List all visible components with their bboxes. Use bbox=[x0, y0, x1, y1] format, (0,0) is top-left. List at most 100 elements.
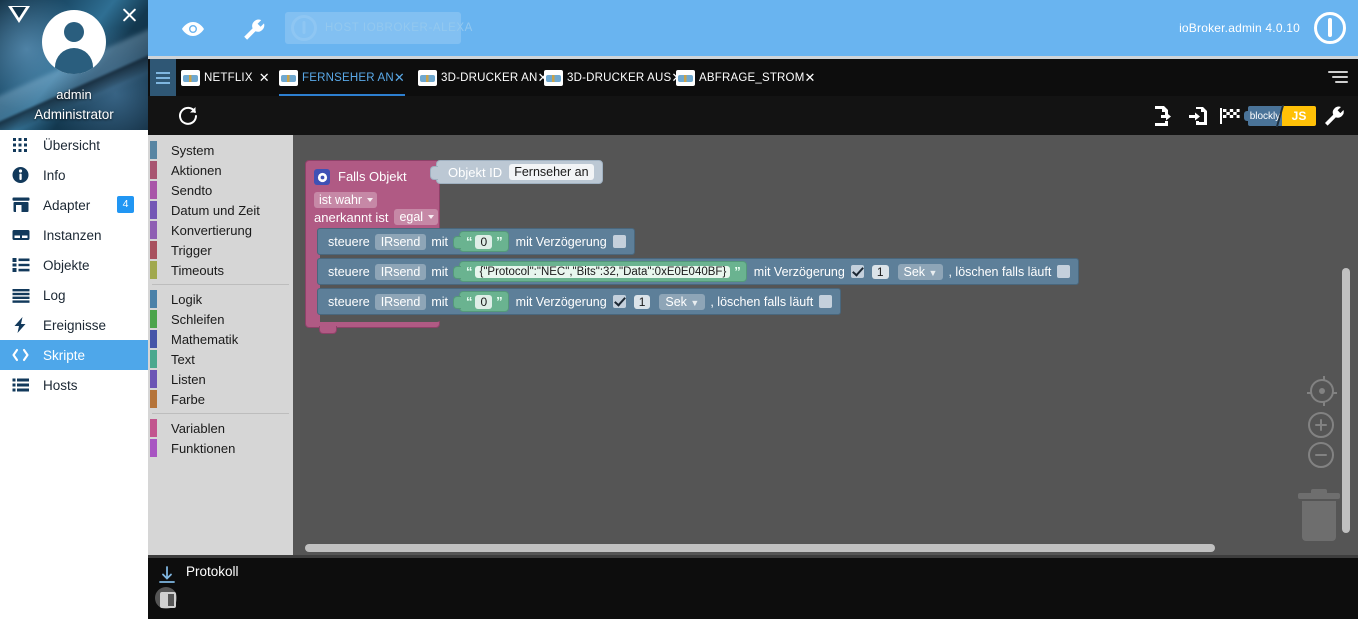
wrench-icon[interactable] bbox=[241, 17, 267, 41]
settings-wrench-icon[interactable] bbox=[1322, 104, 1346, 128]
sidebar-item-info[interactable]: Info bbox=[0, 160, 148, 190]
toolbox-item-label: Text bbox=[171, 351, 195, 367]
download-log-icon[interactable] bbox=[157, 565, 177, 585]
category-color-bar bbox=[150, 261, 157, 279]
tab-netflix[interactable]: NETFLIX ✕ bbox=[181, 59, 270, 96]
host-selector[interactable]: HOST IOBROKER-ALEXA bbox=[285, 12, 472, 44]
log-panel-resize-handle[interactable] bbox=[148, 555, 1358, 558]
power-icon[interactable] bbox=[1314, 12, 1346, 44]
block-gear-icon[interactable] bbox=[314, 169, 330, 185]
toolbox-item-timeouts[interactable]: Timeouts bbox=[148, 260, 293, 280]
toolbox-item-sendto[interactable]: Sendto bbox=[148, 180, 293, 200]
string-value-field[interactable]: {"Protocol":"NEC","Bits":32,"Data":0xE0E… bbox=[475, 265, 731, 278]
toolbox-item-system[interactable]: System bbox=[148, 140, 293, 160]
sidebar-item-objekte[interactable]: Objekte bbox=[0, 250, 148, 280]
if-block-title: Falls Objekt bbox=[338, 169, 407, 184]
toolbox-item-datum-und-zeit[interactable]: Datum und Zeit bbox=[148, 200, 293, 220]
sidebar-item-ereignisse[interactable]: Ereignisse bbox=[0, 310, 148, 340]
left-sidebar: admin Administrator Übersicht Info Adapt… bbox=[0, 0, 148, 619]
target-dropdown[interactable]: IRsend bbox=[374, 263, 427, 280]
delay-unit-dropdown[interactable]: Sek ▼ bbox=[659, 293, 706, 310]
workspace-vscrollbar[interactable] bbox=[1342, 268, 1350, 533]
statement-row-2[interactable]: steuere IRsend mit “ {"Protocol":"NEC","… bbox=[317, 258, 1080, 285]
clear-if-running-checkbox[interactable] bbox=[1057, 265, 1071, 278]
mode-js-label[interactable]: JS bbox=[1282, 106, 1316, 126]
debug-flag-icon[interactable] bbox=[1218, 104, 1242, 128]
delay-unit-dropdown[interactable]: Sek ▼ bbox=[897, 263, 944, 280]
tab-close-icon[interactable]: ✕ bbox=[804, 71, 815, 84]
zoom-out-icon[interactable] bbox=[1308, 442, 1334, 468]
delay-amount-field[interactable]: 1 bbox=[633, 294, 651, 309]
tab-3d-drucker-aus[interactable]: 3D-DRUCKER AUS ✕ bbox=[544, 59, 682, 96]
statement-row-3[interactable]: steuere IRsend mit “ 0 ” mit Verzögerung… bbox=[317, 288, 842, 315]
tab-overflow-menu-icon[interactable] bbox=[1328, 71, 1348, 85]
toolbox-item-text[interactable]: Text bbox=[148, 349, 293, 369]
condition-dropdown[interactable]: ist wahr bbox=[314, 192, 378, 208]
blockly-workspace[interactable]: Falls Objekt ist wahr anerkannt ist egal… bbox=[293, 135, 1358, 555]
toolbox-item-label: Listen bbox=[171, 371, 206, 387]
zoom-center-icon[interactable] bbox=[1307, 376, 1337, 406]
sidebar-item-hosts[interactable]: Hosts bbox=[0, 370, 148, 400]
sidebar-item-instanzen[interactable]: Instanzen bbox=[0, 220, 148, 250]
toggle-nub bbox=[1244, 111, 1249, 121]
toolbox-item-aktionen[interactable]: Aktionen bbox=[148, 160, 293, 180]
string-value-block[interactable]: “ 0 ” bbox=[453, 291, 509, 312]
if-condition-dropdown[interactable]: ist wahr bbox=[314, 191, 378, 209]
avatar-body bbox=[55, 48, 93, 74]
clear-if-running-checkbox[interactable] bbox=[819, 295, 833, 308]
import-script-icon[interactable] bbox=[1186, 104, 1210, 128]
with-label: mit bbox=[431, 294, 448, 309]
code-brackets-icon bbox=[12, 346, 32, 364]
script-tab-bar: NETFLIX ✕ FERNSEHER AN ✕ 3D-DRUCKER AN ✕… bbox=[148, 59, 1358, 96]
toolbox-item-variablen[interactable]: Variablen bbox=[148, 418, 293, 438]
delay-checkbox[interactable] bbox=[612, 235, 626, 248]
toolbox-item-schleifen[interactable]: Schleifen bbox=[148, 309, 293, 329]
delay-checkbox[interactable] bbox=[612, 295, 626, 308]
sidebar-item-adapter[interactable]: Adapter 4 bbox=[0, 190, 148, 220]
blockly-js-mode-toggle[interactable]: blockly JS bbox=[1244, 105, 1316, 127]
top-header-bar: HOST IOBROKER-ALEXA ioBroker.admin 4.0.1… bbox=[148, 0, 1358, 56]
delay-amount-field[interactable]: 1 bbox=[871, 264, 889, 279]
delay-checkbox[interactable] bbox=[850, 265, 864, 278]
eye-icon[interactable] bbox=[180, 17, 206, 41]
toolbox-item-logik[interactable]: Logik bbox=[148, 289, 293, 309]
refresh-icon[interactable] bbox=[177, 105, 199, 127]
toolbox-item-farbe[interactable]: Farbe bbox=[148, 389, 293, 409]
tab-fernseher-an[interactable]: FERNSEHER AN ✕ bbox=[279, 59, 405, 96]
statement-row-1[interactable]: steuere IRsend mit “ 0 ” mit Verzögerung bbox=[317, 228, 635, 255]
object-id-value[interactable]: Fernseher an bbox=[509, 164, 594, 180]
sidebar-item-skripte[interactable]: Skripte bbox=[0, 340, 148, 370]
toolbox-item-listen[interactable]: Listen bbox=[148, 369, 293, 389]
avatar bbox=[42, 10, 106, 74]
tab-close-icon[interactable]: ✕ bbox=[259, 71, 270, 84]
tab-close-icon[interactable]: ✕ bbox=[394, 71, 405, 84]
string-value-block[interactable]: “ 0 ” bbox=[453, 231, 509, 252]
active-tab-underline bbox=[279, 94, 405, 96]
workspace-hscrollbar[interactable] bbox=[305, 544, 1215, 552]
log-layout-icon[interactable] bbox=[155, 587, 177, 609]
export-script-icon[interactable] bbox=[1152, 104, 1176, 128]
target-dropdown[interactable]: IRsend bbox=[374, 293, 427, 310]
blockly-toolbox: System Aktionen Sendto Datum und Zeit Ko… bbox=[148, 135, 293, 555]
hamburger-menu-icon[interactable] bbox=[150, 59, 176, 96]
toolbox-item-mathematik[interactable]: Mathematik bbox=[148, 329, 293, 349]
toolbox-item-konvertierung[interactable]: Konvertierung bbox=[148, 220, 293, 240]
zoom-in-icon[interactable] bbox=[1308, 412, 1334, 438]
trash-icon[interactable] bbox=[1298, 489, 1340, 541]
ack-dropdown[interactable]: egal bbox=[394, 209, 439, 225]
tab-3d-drucker-an[interactable]: 3D-DRUCKER AN ✕ bbox=[418, 59, 548, 96]
sidebar-item-log[interactable]: Log bbox=[0, 280, 148, 310]
tab-abfrage-strom[interactable]: ABFRAGE_STROM ✕ bbox=[676, 59, 815, 96]
string-value-field[interactable]: 0 bbox=[475, 294, 493, 309]
close-icon[interactable] bbox=[119, 5, 139, 25]
sidebar-item-uebersicht[interactable]: Übersicht bbox=[0, 130, 148, 160]
string-value-block[interactable]: “ {"Protocol":"NEC","Bits":32,"Data":0xE… bbox=[452, 261, 747, 282]
string-value-field[interactable]: 0 bbox=[475, 234, 493, 249]
target-dropdown[interactable]: IRsend bbox=[374, 233, 427, 250]
clear-label: , löschen falls läuft bbox=[948, 264, 1052, 279]
header-divider bbox=[148, 56, 1358, 59]
quote-close-icon: ” bbox=[734, 264, 740, 279]
toolbox-item-trigger[interactable]: Trigger bbox=[148, 240, 293, 260]
object-id-block[interactable]: Objekt ID Fernseher an bbox=[430, 160, 603, 184]
toolbox-item-funktionen[interactable]: Funktionen bbox=[148, 438, 293, 458]
